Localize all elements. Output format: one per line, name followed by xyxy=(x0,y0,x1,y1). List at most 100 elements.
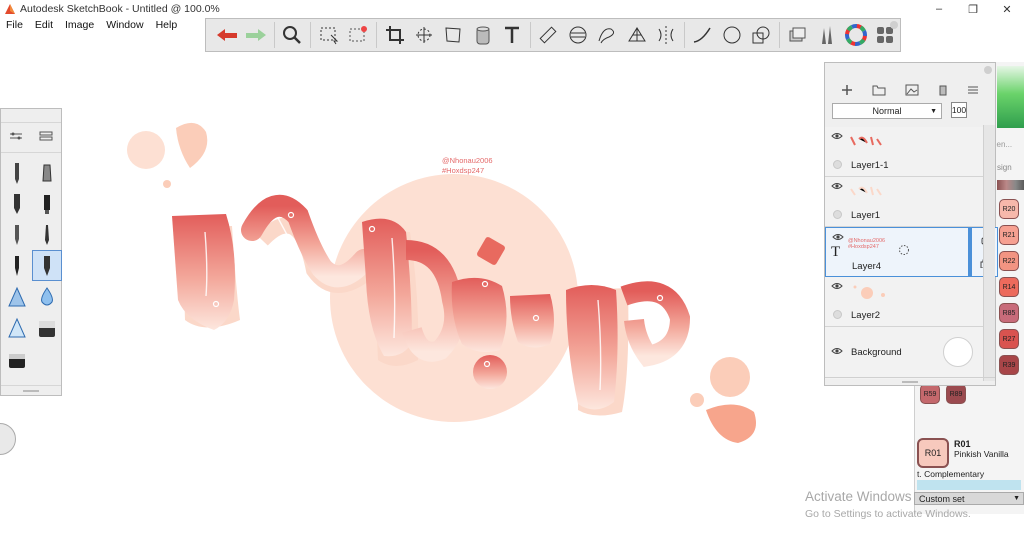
select-icon[interactable] xyxy=(314,20,343,50)
swatch-r59[interactable]: R59 xyxy=(920,384,940,404)
perspective-icon[interactable] xyxy=(622,20,651,50)
layer-row[interactable]: Layer1 xyxy=(825,177,983,227)
layers-icon[interactable] xyxy=(783,20,812,50)
layer-scrollbar[interactable] xyxy=(983,125,995,381)
add-layer-icon[interactable] xyxy=(841,84,853,99)
clear-layer-icon[interactable] xyxy=(938,84,948,99)
blur-drop-icon[interactable] xyxy=(32,281,62,312)
palette-options-row xyxy=(1,123,61,153)
swatch-r89[interactable]: R89 xyxy=(946,384,966,404)
current-color-name: Pinkish Vanilla xyxy=(954,449,1009,459)
complementary-bar[interactable] xyxy=(917,480,1021,490)
brush-list-icon[interactable] xyxy=(39,131,53,144)
layer-thumbnail xyxy=(850,186,882,196)
eye-icon[interactable] xyxy=(831,132,843,140)
text-icon[interactable] xyxy=(497,20,526,50)
calligraphy-pen-icon[interactable] xyxy=(32,250,62,281)
background-color-swatch[interactable] xyxy=(943,337,973,367)
complementary-label: t. Complementary xyxy=(917,469,985,479)
toolbar-separator xyxy=(375,22,377,48)
ellipse-guide-icon[interactable] xyxy=(563,20,592,50)
layer-name: Layer1 xyxy=(851,210,881,221)
ballpoint-icon[interactable] xyxy=(32,219,62,250)
layer-row[interactable]: Layer1-1 xyxy=(825,127,983,177)
layer-row[interactable]: Layer2 xyxy=(825,277,983,327)
zoom-icon[interactable] xyxy=(278,20,307,50)
redo-icon[interactable] xyxy=(241,20,270,50)
lasso-select-icon[interactable] xyxy=(343,20,372,50)
add-group-icon[interactable] xyxy=(872,84,886,99)
custom-set-label: Custom set xyxy=(919,493,965,504)
sharpen-icon[interactable] xyxy=(2,312,32,343)
eye-icon[interactable] xyxy=(831,182,843,190)
toolbar-close-button[interactable] xyxy=(890,21,898,29)
brush-library-icon[interactable] xyxy=(812,20,841,50)
layer-row-active[interactable]: T @Nhonau2006 #Hoxdsp247 Layer4 xyxy=(825,227,998,277)
background-layer-row[interactable]: Background xyxy=(825,327,983,379)
toolbar-separator xyxy=(683,22,685,48)
drop-shape xyxy=(710,357,750,397)
layer-lock-dot[interactable] xyxy=(833,210,842,219)
eye-icon[interactable] xyxy=(831,282,843,290)
panel-resize-handle[interactable] xyxy=(825,377,995,385)
distort-icon[interactable] xyxy=(439,20,468,50)
stroke-icon[interactable] xyxy=(688,20,717,50)
chevron-down-icon: ▼ xyxy=(930,108,937,115)
swatch-r14[interactable]: R14 xyxy=(999,277,1019,297)
eye-icon[interactable] xyxy=(832,233,844,241)
smudge-icon[interactable] xyxy=(2,281,32,312)
custom-set-dropdown[interactable]: Custom set ▼ xyxy=(914,492,1024,505)
blend-mode-dropdown[interactable]: Normal ▼ xyxy=(832,103,942,119)
layer-thumbnail: @Nhonau2006 #Hoxdsp247 xyxy=(848,238,885,250)
signature-line: #Hoxdsp247 xyxy=(442,166,485,175)
airbrush-icon[interactable] xyxy=(32,157,62,188)
brush-palette xyxy=(0,108,62,396)
ink-pen-icon[interactable] xyxy=(2,219,32,250)
symmetry-icon[interactable] xyxy=(651,20,680,50)
color-strip xyxy=(997,180,1024,190)
swatch-r27[interactable]: R27 xyxy=(999,329,1019,349)
fill-icon[interactable] xyxy=(468,20,497,50)
swatch-r39[interactable]: R39 xyxy=(999,355,1019,375)
swatch-r85[interactable]: R85 xyxy=(999,303,1019,323)
activation-subtitle: Go to Settings to activate Windows. xyxy=(805,508,971,520)
current-color-swatch[interactable]: R01 xyxy=(917,438,949,468)
palette-resize-handle[interactable] xyxy=(1,385,61,395)
undo-icon[interactable] xyxy=(212,20,241,50)
main-toolbar xyxy=(205,18,901,52)
brush-grid xyxy=(1,153,62,378)
color-spectrum[interactable] xyxy=(997,66,1024,128)
partial-label: sign xyxy=(997,163,1012,172)
color-wheel-icon[interactable] xyxy=(841,20,870,50)
french-curve-icon[interactable] xyxy=(592,20,621,50)
eye-icon[interactable] xyxy=(831,347,843,355)
copic-icon[interactable] xyxy=(746,20,775,50)
eraser-icon[interactable] xyxy=(32,312,62,343)
brush-properties-icon[interactable] xyxy=(9,131,23,144)
layer-lock-dot[interactable] xyxy=(833,310,842,319)
swatch-r20[interactable]: R20 xyxy=(999,199,1019,219)
shape-icon[interactable] xyxy=(717,20,746,50)
opacity-field[interactable]: 100 xyxy=(951,102,967,118)
layer-menu-icon[interactable] xyxy=(967,85,979,98)
drop-shape xyxy=(127,131,165,169)
crop-icon[interactable] xyxy=(380,20,409,50)
blend-mode-label: Normal xyxy=(872,106,902,116)
layer-actions-row xyxy=(831,81,989,101)
ruler-icon[interactable] xyxy=(534,20,563,50)
swatch-r21[interactable]: R21 xyxy=(999,225,1019,245)
marker-brush-icon[interactable] xyxy=(2,188,32,219)
felt-pen-icon[interactable] xyxy=(32,188,62,219)
layer-lock-dot[interactable] xyxy=(833,160,842,169)
hard-eraser-icon[interactable] xyxy=(2,343,32,374)
pencil-brush-icon[interactable] xyxy=(2,157,32,188)
brush-pen-icon[interactable] xyxy=(2,250,32,281)
panel-close-button[interactable] xyxy=(984,66,992,74)
loading-icon xyxy=(899,245,909,255)
layer-name: Layer2 xyxy=(851,310,881,321)
transform-icon[interactable] xyxy=(409,20,438,50)
add-image-icon[interactable] xyxy=(905,84,919,99)
toolbar-separator xyxy=(778,22,780,48)
layer-name: Layer1-1 xyxy=(851,160,889,171)
swatch-r22[interactable]: R22 xyxy=(999,251,1019,271)
